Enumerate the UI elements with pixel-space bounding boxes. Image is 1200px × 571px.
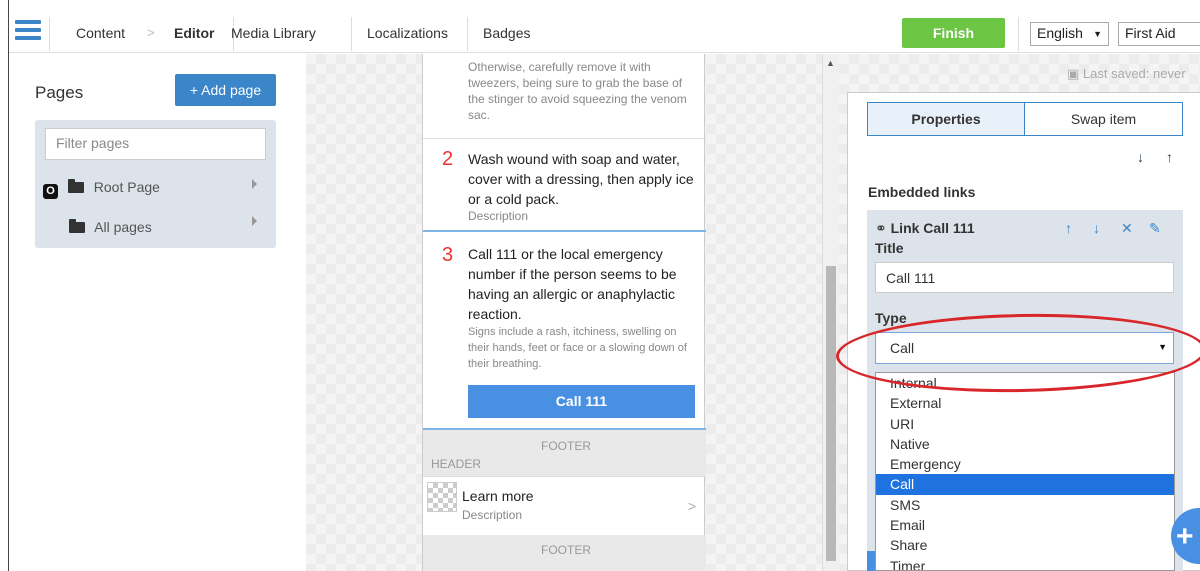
type-dropdown-list[interactable]: Internal External URI Native Emergency C… xyxy=(875,372,1175,571)
add-page-button[interactable]: + Add page xyxy=(175,74,276,106)
divider xyxy=(423,230,706,232)
save-icon: ▣ xyxy=(1067,66,1083,81)
tab-editor[interactable]: Editor xyxy=(174,16,214,52)
language-select[interactable]: English ▼ xyxy=(1030,22,1109,46)
preview-scrollbar[interactable]: ▲ xyxy=(822,54,839,571)
footer-band: FOOTER xyxy=(423,535,706,571)
learn-more-title[interactable]: Learn more xyxy=(462,486,692,506)
embedded-links-heading: Embedded links xyxy=(868,184,976,200)
step-3-text[interactable]: Call 111 or the local emergency number i… xyxy=(468,244,698,324)
filter-pages-input[interactable]: Filter pages xyxy=(45,128,266,160)
footer-header-band: FOOTER HEADER xyxy=(423,430,706,476)
finish-button[interactable]: Finish xyxy=(902,18,1005,48)
expand-icon[interactable] xyxy=(252,216,257,226)
preview-canvas: Otherwise, carefully remove it with twee… xyxy=(306,54,839,571)
option-timer[interactable]: Timer xyxy=(876,556,1174,570)
chevron-down-icon: ▼ xyxy=(1158,342,1167,352)
step-2-description: Description xyxy=(468,209,529,223)
divider xyxy=(49,17,50,51)
folder-icon xyxy=(67,179,84,193)
menu-icon[interactable] xyxy=(15,20,41,40)
option-internal[interactable]: Internal xyxy=(876,373,1174,393)
scroll-up-icon[interactable]: ▲ xyxy=(826,58,835,68)
option-emergency[interactable]: Emergency xyxy=(876,454,1174,474)
chevron-right-icon: > xyxy=(688,498,697,514)
option-sms[interactable]: SMS xyxy=(876,495,1174,515)
option-call[interactable]: Call xyxy=(876,474,1174,495)
option-uri[interactable]: URI xyxy=(876,414,1174,434)
divider xyxy=(423,138,706,139)
option-external[interactable]: External xyxy=(876,393,1174,413)
type-label: Type xyxy=(875,310,907,326)
title-input[interactable]: Call 111 xyxy=(875,262,1174,293)
arrow-down-icon[interactable]: ↓ xyxy=(1137,149,1144,165)
last-saved-text: Last saved: never xyxy=(1082,66,1186,81)
image-placeholder xyxy=(427,482,457,512)
tree-item-label: Root Page xyxy=(93,179,160,195)
app-frame: Content > Editor Media Library Localizat… xyxy=(8,0,1200,571)
tab-media-library[interactable]: Media Library xyxy=(231,16,316,52)
folder-icon xyxy=(69,219,85,233)
tab-swap-item[interactable]: Swap item xyxy=(1025,102,1183,136)
option-email[interactable]: Email xyxy=(876,515,1174,535)
tree-item-label: All pages xyxy=(94,219,152,235)
chevron-right-icon: > xyxy=(147,25,155,40)
divider xyxy=(351,17,352,51)
step-number: 2 xyxy=(442,148,454,170)
option-native[interactable]: Native xyxy=(876,434,1174,454)
title-label: Title xyxy=(875,240,904,256)
step-3-description: Signs include a rash, itchiness, swellin… xyxy=(468,326,687,370)
pages-heading: Pages xyxy=(35,83,84,102)
app-select[interactable]: First Aid xyxy=(1118,22,1200,46)
step-1-text: Otherwise, carefully remove it with twee… xyxy=(468,60,687,122)
page-tree: Filter pages O Root Page All pages xyxy=(35,120,276,248)
arrow-down-icon[interactable]: ↓ xyxy=(1093,220,1100,236)
close-icon[interactable]: ✕ xyxy=(1121,220,1133,237)
arrow-up-icon[interactable]: ↑ xyxy=(1065,220,1072,236)
option-share[interactable]: Share xyxy=(876,535,1174,555)
language-value: English xyxy=(1037,25,1083,41)
link-title: ⚭ Link Call 111 xyxy=(875,220,975,237)
plus-icon: + xyxy=(1176,520,1194,553)
save-button-edge[interactable] xyxy=(867,551,875,571)
step-number: 3 xyxy=(442,244,454,266)
phone-preview: Otherwise, carefully remove it with twee… xyxy=(422,54,706,571)
call-111-button[interactable]: Call 111 xyxy=(468,385,695,418)
link-icon: ⚭ xyxy=(875,220,887,236)
tab-content[interactable]: Content xyxy=(76,16,125,52)
app-name: First Aid xyxy=(1125,25,1176,41)
add-page-label: Add page xyxy=(201,82,262,98)
divider xyxy=(423,476,706,477)
arrow-up-icon[interactable]: ↑ xyxy=(1166,149,1173,165)
tree-item-all-pages[interactable]: All pages xyxy=(69,219,152,241)
header-label: HEADER xyxy=(431,457,482,471)
last-saved-status: ▣ Last saved: never xyxy=(1067,66,1186,82)
divider xyxy=(467,17,468,51)
divider xyxy=(1018,17,1019,51)
tab-localizations[interactable]: Localizations xyxy=(367,16,448,52)
type-value: Call xyxy=(890,340,915,356)
top-bar: Content > Editor Media Library Localizat… xyxy=(9,0,1200,53)
step-2-text[interactable]: Wash wound with soap and water, cover wi… xyxy=(468,149,698,209)
root-badge-icon: O xyxy=(43,184,58,199)
plus-icon: + xyxy=(189,82,199,98)
chevron-down-icon: ▼ xyxy=(1093,29,1102,39)
tree-item-root[interactable]: O Root Page xyxy=(43,179,160,201)
scrollbar-thumb[interactable] xyxy=(826,266,836,561)
expand-icon[interactable] xyxy=(252,179,257,189)
tab-properties[interactable]: Properties xyxy=(867,102,1025,136)
learn-more-description: Description xyxy=(462,508,523,522)
type-select[interactable]: Call ▼ xyxy=(875,332,1174,364)
link-title-text: Link Call 111 xyxy=(890,220,975,236)
footer-label: FOOTER xyxy=(541,439,591,453)
footer-label: FOOTER xyxy=(541,543,591,557)
tab-badges[interactable]: Badges xyxy=(483,16,530,52)
pencil-icon[interactable]: ✎ xyxy=(1149,220,1161,237)
